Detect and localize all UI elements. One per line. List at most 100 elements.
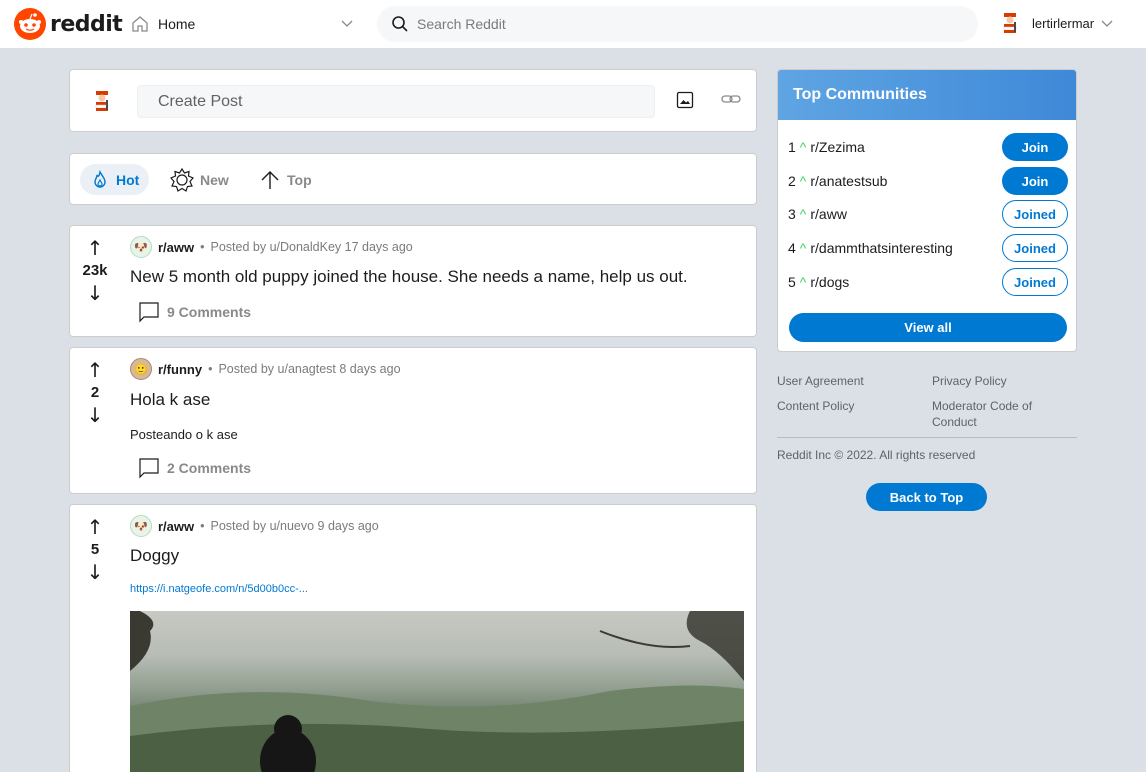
downvote-arrow-icon[interactable]: ↓ (70, 560, 120, 584)
post-title[interactable]: Doggy (130, 546, 179, 566)
community-name[interactable]: r/Zezima (810, 139, 864, 155)
community-rank: 4 (788, 240, 796, 256)
user-menu[interactable]: lertirlermar (1000, 12, 1114, 34)
home-feed-dropdown[interactable]: Home (130, 10, 362, 38)
post-title[interactable]: New 5 month old puppy joined the house. … (130, 267, 688, 287)
subreddit-link[interactable]: r/aww (158, 240, 194, 255)
search-bar[interactable] (377, 6, 978, 42)
upvote-arrow-icon[interactable]: ↑ (70, 358, 120, 382)
trending-up-icon: ^ (799, 206, 807, 222)
sun-burst-icon (170, 167, 194, 192)
community-row[interactable]: 4 ^ r/dammthatsinteresting Joined (788, 233, 1068, 263)
footer-divider (777, 437, 1077, 438)
community-name[interactable]: r/anatestsub (810, 173, 887, 189)
community-name[interactable]: r/dogs (810, 274, 849, 290)
vote-column: ↑ 23k ↓ (70, 236, 120, 305)
flame-icon (90, 169, 110, 190)
username-label: lertirlermar (1032, 15, 1095, 31)
user-agreement-link[interactable]: User Agreement (777, 373, 917, 389)
posted-by: Posted by u/nuevo 9 days ago (210, 519, 379, 533)
community-name[interactable]: r/dammthatsinteresting (810, 240, 952, 256)
vote-count: 5 (90, 541, 100, 558)
reddit-logo[interactable]: reddit (14, 8, 123, 40)
trending-up-icon: ^ (799, 274, 807, 290)
search-input[interactable] (417, 16, 917, 32)
content-policy-link[interactable]: Content Policy (777, 398, 917, 414)
post-meta: 🐶 r/aww • Posted by u/DonaldKey 17 days … (130, 236, 413, 258)
home-label: Home (158, 16, 196, 32)
posted-by: Posted by u/DonaldKey 17 days ago (210, 240, 413, 254)
community-rank: 2 (788, 173, 796, 189)
trending-up-icon: ^ (799, 173, 807, 189)
post-meta: 🐶 r/aww • Posted by u/nuevo 9 days ago (130, 515, 379, 537)
posted-by: Posted by u/anagtest 8 days ago (218, 362, 401, 376)
community-row[interactable]: 1 ^ r/Zezima Join (788, 132, 1068, 162)
tab-hot-label: Hot (116, 171, 140, 188)
post-body: Posteando o k ase (130, 427, 238, 442)
join-button[interactable]: Join (1002, 133, 1068, 161)
vote-column: ↑ 5 ↓ (70, 515, 120, 584)
joined-button[interactable]: Joined (1002, 268, 1068, 296)
separator-dot: • (200, 240, 205, 254)
comment-icon (139, 302, 159, 323)
post-card[interactable]: ↑ 5 ↓ 🐶 r/aww • Posted by u/nuevo 9 days… (69, 504, 757, 772)
image-upload-icon[interactable] (676, 91, 694, 109)
subreddit-link[interactable]: r/aww (158, 519, 194, 534)
subreddit-avatar-icon: 🙂 (130, 358, 152, 380)
top-communities-title: Top Communities (793, 86, 927, 103)
subreddit-link[interactable]: r/funny (158, 362, 202, 377)
joined-button[interactable]: Joined (1002, 200, 1068, 228)
privacy-policy-link[interactable]: Privacy Policy (932, 373, 1072, 389)
downvote-arrow-icon[interactable]: ↓ (70, 281, 120, 305)
vote-count: 2 (90, 384, 100, 401)
tab-new-label: New (200, 171, 229, 188)
post-title[interactable]: Hola k ase (130, 390, 210, 410)
search-icon (392, 16, 408, 32)
tab-top-label: Top (287, 171, 312, 188)
comments-count: 9 Comments (167, 304, 252, 320)
vote-column: ↑ 2 ↓ (70, 358, 120, 427)
copyright-text: Reddit Inc © 2022. All rights reserved (777, 448, 976, 462)
trending-up-icon: ^ (799, 139, 807, 155)
link-icon[interactable] (721, 92, 741, 106)
back-to-top-button[interactable]: Back to Top (866, 483, 987, 511)
community-rank: 5 (788, 274, 796, 290)
top-navigation-bar: reddit Home lertirlermar (0, 0, 1146, 48)
community-row[interactable]: 3 ^ r/aww Joined (788, 199, 1068, 229)
create-post-input[interactable]: Create Post (137, 85, 655, 118)
home-icon (132, 16, 148, 32)
post-card[interactable]: ↑ 2 ↓ 🙂 r/funny • Posted by u/anagtest 8… (69, 347, 757, 494)
joined-button[interactable]: Joined (1002, 234, 1068, 262)
community-row[interactable]: 2 ^ r/anatestsub Join (788, 166, 1068, 196)
community-row[interactable]: 5 ^ r/dogs Joined (788, 267, 1068, 297)
post-link[interactable]: https://i.natgeofe.com/n/5d00b0cc-... (130, 583, 308, 595)
post-image[interactable] (130, 611, 744, 772)
upvote-arrow-icon[interactable]: ↑ (70, 515, 120, 539)
chevron-down-icon (341, 20, 353, 27)
create-post-card: Create Post (69, 69, 757, 132)
tab-new[interactable]: New (170, 164, 229, 195)
subreddit-avatar-icon: 🐶 (130, 515, 152, 537)
upvote-arrow-icon[interactable]: ↑ (70, 236, 120, 260)
user-avatar-icon (1003, 13, 1017, 33)
community-rank: 3 (788, 206, 796, 222)
comments-button[interactable]: 2 Comments (138, 457, 251, 479)
tab-hot[interactable]: Hot (80, 164, 150, 195)
downvote-arrow-icon[interactable]: ↓ (70, 403, 120, 427)
top-communities-card: Top Communities 1 ^ r/Zezima Join 2 ^ r/… (777, 69, 1077, 352)
comment-icon (139, 458, 159, 479)
reddit-wordmark: reddit (50, 11, 123, 37)
view-all-button[interactable]: View all (789, 313, 1067, 342)
tab-top[interactable]: Top (259, 164, 312, 195)
comments-button[interactable]: 9 Comments (138, 301, 251, 323)
chevron-down-icon (1101, 20, 1113, 27)
comments-count: 2 Comments (167, 460, 252, 476)
moderator-code-link[interactable]: Moderator Code of Conduct (932, 398, 1062, 430)
post-meta: 🙂 r/funny • Posted by u/anagtest 8 days … (130, 358, 401, 380)
join-button[interactable]: Join (1002, 167, 1068, 195)
post-card[interactable]: ↑ 23k ↓ 🐶 r/aww • Posted by u/DonaldKey … (69, 225, 757, 337)
reddit-snoo-icon (14, 8, 46, 40)
community-name[interactable]: r/aww (810, 206, 847, 222)
separator-dot: • (200, 519, 205, 533)
community-rank: 1 (788, 139, 796, 155)
